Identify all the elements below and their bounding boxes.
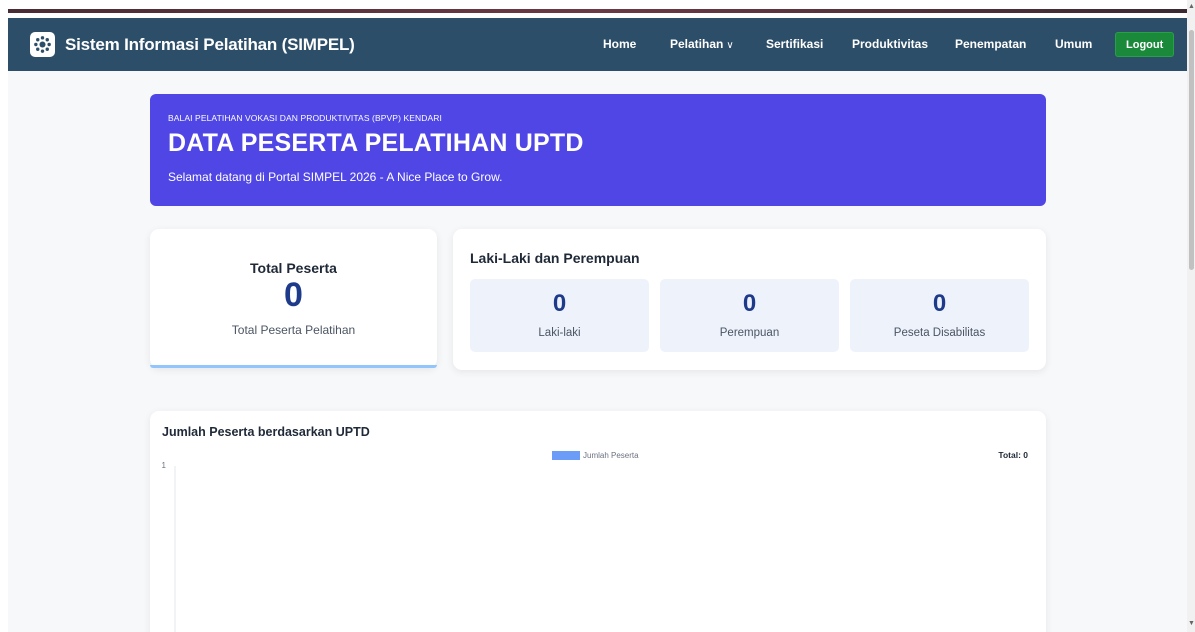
nav-item-produktivitas[interactable]: Produktivitas	[852, 18, 928, 71]
nav-item-label: Umum	[1055, 37, 1093, 51]
stat-label: Perempuan	[719, 327, 780, 339]
nav-item-umum[interactable]: Umum	[1055, 18, 1092, 71]
total-peserta-card: Total Peserta 0 Total Peserta Pelatihan	[150, 229, 437, 368]
gender-card: Laki-Laki dan Perempuan 0 Laki-laki 0 Pe…	[453, 229, 1046, 370]
nav-item-label: Penempatan	[955, 37, 1027, 51]
stat-disabilitas: 0 Peseta Disabilitas	[850, 279, 1029, 352]
stat-laki-laki: 0 Laki-laki	[470, 279, 649, 352]
chevron-down-icon: ∨	[726, 40, 734, 51]
total-sublabel: Total Peserta Pelatihan	[231, 323, 356, 337]
nav-item-label: Home	[603, 37, 637, 51]
gender-title: Laki-Laki dan Perempuan	[470, 250, 640, 266]
nav-item-penempatan[interactable]: Penempatan	[955, 18, 1026, 71]
stat-label: Laki-laki	[538, 327, 581, 339]
scroll-down-icon[interactable]: ▼	[1188, 620, 1195, 627]
nav-item-label: Pelatihan	[670, 37, 724, 51]
nav-item-pelatihan[interactable]: Pelatihan ∨	[670, 18, 734, 71]
browser-top-strip	[0, 0, 1187, 18]
total-value: 0	[284, 276, 303, 314]
top-accent-bar	[8, 9, 1187, 13]
navbar: Sistem Informasi Pelatihan (SIMPEL) Home…	[8, 18, 1187, 71]
page-title: DATA PESERTA PELATIHAN UPTD	[168, 129, 584, 157]
stat-label: Peseta Disabilitas	[893, 327, 986, 339]
hero-banner: BALAI PELATIHAN VOKASI DAN PRODUKTIVITAS…	[150, 94, 1046, 206]
chart-card: Jumlah Peserta berdasarkan UPTD Jumlah P…	[150, 411, 1046, 632]
bar-chart: Jumlah Peserta Total: 0 1	[162, 450, 1028, 632]
scrollbar-thumb[interactable]	[1189, 30, 1194, 270]
stat-value: 0	[552, 290, 567, 317]
hero-subtitle: Selamat datang di Portal SIMPEL 2026 - A…	[168, 170, 503, 184]
card-underline	[150, 365, 437, 368]
nav-item-home[interactable]: Home	[603, 18, 636, 71]
scroll-up-icon[interactable]: ▲	[1188, 3, 1195, 10]
nav-item-sertifikasi[interactable]: Sertifikasi	[766, 18, 823, 71]
hero-org: BALAI PELATIHAN VOKASI DAN PRODUKTIVITAS…	[168, 113, 442, 123]
stat-perempuan: 0 Perempuan	[660, 279, 839, 352]
legend-label: Jumlah Peserta	[583, 451, 639, 460]
total-label: Total Peserta	[250, 260, 337, 276]
nav-menu: Home Pelatihan ∨ Sertifikasi Produktivita…	[8, 18, 1187, 71]
chart-total: Total: 0	[998, 450, 1028, 460]
stat-value: 0	[742, 290, 757, 317]
logout-button[interactable]: Logout	[1115, 32, 1175, 57]
legend-swatch	[552, 451, 580, 460]
nav-item-label: Produktivitas	[852, 37, 929, 51]
stat-value: 0	[932, 290, 947, 317]
y-tick-label: 1	[162, 461, 167, 470]
nav-item-label: Sertifikasi	[766, 37, 824, 51]
